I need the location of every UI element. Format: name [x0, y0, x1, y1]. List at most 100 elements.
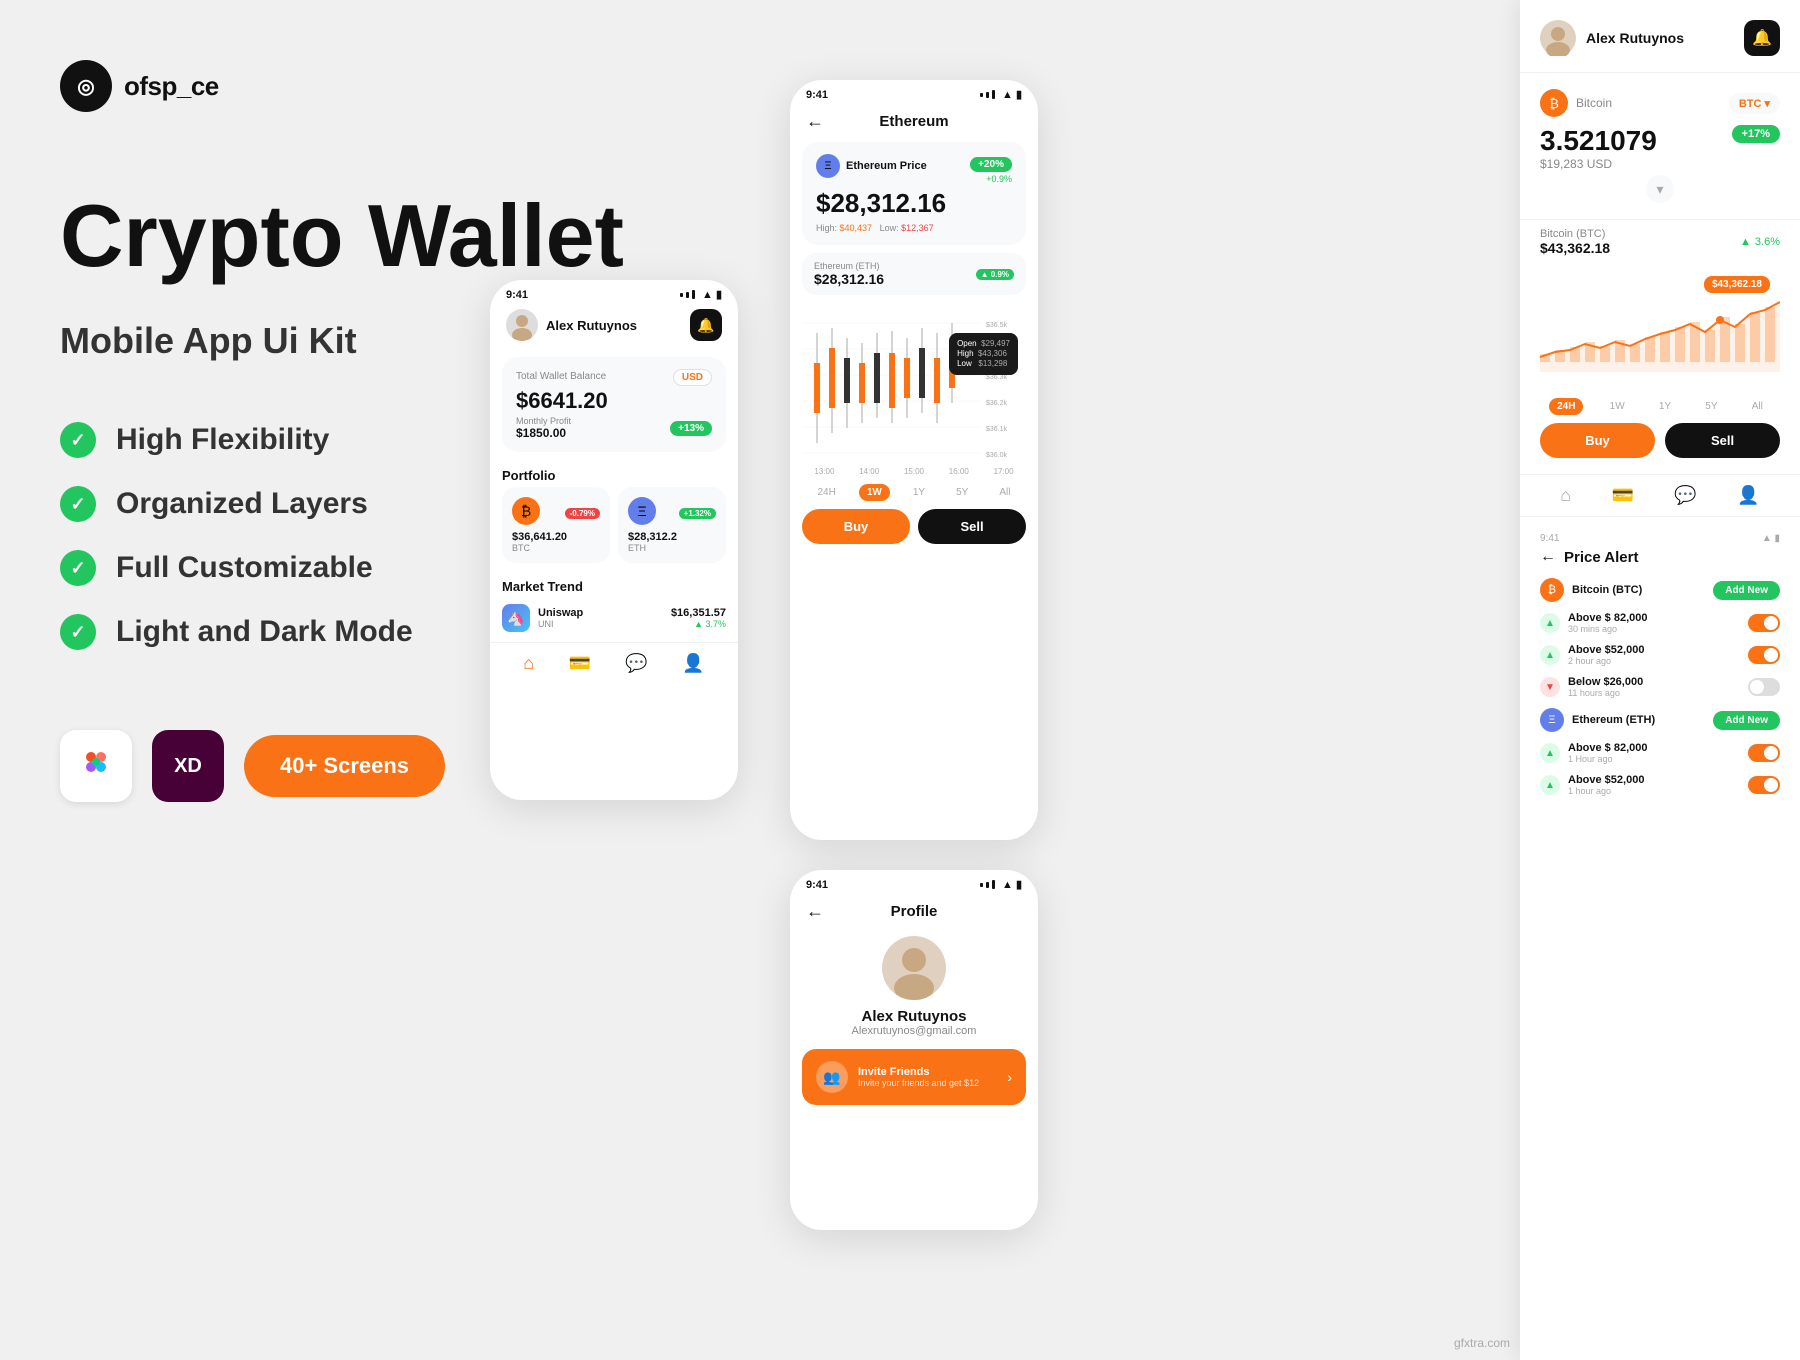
eth-alert-time-1: 1 Hour ago [1568, 754, 1748, 764]
uniswap-price-col: $16,351.57 ▲ 3.7% [671, 607, 726, 629]
right-sell-btn[interactable]: Sell [1665, 423, 1780, 458]
eth-toggle-1[interactable] [1748, 744, 1780, 762]
wallet-amount: $6641.20 [516, 388, 712, 414]
right-buy-btn[interactable]: Buy [1540, 423, 1655, 458]
right-profile-icon[interactable]: 👤 [1737, 485, 1759, 506]
eth-toggle-2[interactable] [1748, 776, 1780, 794]
tab-1y[interactable]: 1Y [905, 484, 933, 501]
right-tab-1y[interactable]: 1Y [1651, 398, 1679, 415]
uniswap-name: Uniswap [538, 607, 663, 619]
right-tab-all[interactable]: All [1744, 398, 1771, 415]
back-btn-2[interactable]: ← [806, 111, 824, 132]
logo-symbol: ◎ [77, 74, 94, 99]
time-axis: 13:00 14:00 15:00 16:00 17:00 [790, 467, 1038, 480]
btc-selector[interactable]: BTC ▾ [1729, 93, 1780, 114]
buy-btn-2[interactable]: Buy [802, 509, 910, 544]
chart-tooltip: $43,362.18 [1704, 276, 1770, 293]
right-avatar [1540, 20, 1576, 56]
btc-price-name: Bitcoin (BTC) [1540, 228, 1610, 240]
profit-row: Monthly Profit $1850.00 +13% [516, 416, 712, 440]
eth-alert-name-col: Ethereum (ETH) [1572, 714, 1655, 726]
bitcoin-change: -0.79% [565, 508, 600, 519]
alert-title: Price Alert [1564, 549, 1638, 566]
logo-text: ofsp_ce [124, 71, 219, 102]
home-nav-icon[interactable]: ⌂ [523, 653, 534, 674]
right-wallet-icon[interactable]: 💳 [1612, 485, 1634, 506]
eth-alert-1: ▲ Above $ 82,000 1 Hour ago [1540, 742, 1780, 764]
btc-price-change: ▲ 3.6% [1740, 236, 1780, 248]
sell-btn-2[interactable]: Sell [918, 509, 1026, 544]
tab-24h[interactable]: 24H [810, 484, 844, 501]
right-chat-icon[interactable]: 💬 [1674, 485, 1696, 506]
eth-subcard: Ethereum (ETH) $28,312.16 ▲ 0.9% [802, 253, 1026, 295]
logo-area: ◎ ofsp_ce [60, 60, 700, 112]
alert-back-btn[interactable]: ← [1540, 548, 1556, 566]
right-tab-1w[interactable]: 1W [1602, 398, 1633, 415]
eth-add-new-btn[interactable]: Add New [1713, 711, 1780, 730]
xd-badge: XD [152, 730, 224, 802]
wallet-nav-icon[interactable]: 💳 [569, 653, 591, 674]
wifi-icon: ▲ [702, 289, 713, 301]
btc-alert-time-3: 11 hours ago [1568, 688, 1748, 698]
btc-alert-2: ▲ Above $52,000 2 hour ago [1540, 644, 1780, 666]
status-time-1: 9:41 [506, 289, 528, 301]
notification-btn-1[interactable]: 🔔 [690, 309, 722, 341]
btc-add-new-btn[interactable]: Add New [1713, 581, 1780, 600]
check-icon-4 [60, 614, 96, 650]
candlestick-svg: $36.5k $36.4k $36.3k $36.2k $36.1k $36.0… [802, 303, 1026, 463]
alert-time: 9:41 [1540, 533, 1559, 544]
right-tab-5y[interactable]: 5Y [1697, 398, 1725, 415]
eth-high-low: High: $40,437 Low: $12,367 [816, 223, 1012, 233]
btc-toggle-1[interactable] [1748, 614, 1780, 632]
invite-title: Invite Friends [858, 1066, 997, 1078]
check-icon-2 [60, 486, 96, 522]
tooltip-high: High $43,306 [957, 349, 1010, 358]
expand-btn[interactable]: ▾ [1646, 175, 1674, 203]
tab-5y[interactable]: 5Y [948, 484, 976, 501]
profile-nav-icon[interactable]: 👤 [682, 653, 704, 674]
signal-icons-1: ▲ ▮ [680, 288, 722, 301]
price-alert-section: 9:41 ▲ ▮ ← Price Alert ₿ Bitcoin (BTC) A… [1520, 517, 1800, 814]
eth-low-label: Low: [880, 223, 899, 233]
eth-sub-change: ▲ 0.9% [976, 269, 1014, 280]
btc-alert-info-3: Below $26,000 11 hours ago [1568, 676, 1748, 698]
svg-text:$36.1k: $36.1k [986, 426, 1008, 433]
btc-alert-header: ₿ Bitcoin (BTC) Add New [1540, 578, 1780, 602]
battery-icon: ▮ [716, 288, 722, 301]
tooltip-low: Low $13,298 [957, 359, 1010, 368]
tab-1w[interactable]: 1W [859, 484, 890, 501]
alert-eth-coin-icon: Ξ [1540, 708, 1564, 732]
btc-info: ₿ Bitcoin [1540, 89, 1612, 117]
eth-coin-icon: Ξ [816, 154, 840, 178]
username-1: Alex Rutuynos [546, 318, 637, 333]
screens-badge: 40+ Screens [244, 735, 445, 797]
avatar-1 [506, 309, 538, 341]
triangle-up-icon: ▲ [1740, 236, 1751, 248]
chat-nav-icon[interactable]: 💬 [625, 653, 647, 674]
ethereum-ticker: ETH [628, 543, 716, 553]
eth-alert-header: Ξ Ethereum (ETH) Add New [1540, 708, 1780, 732]
profit-badge: +13% [670, 421, 712, 436]
btc-alert-coin-info: ₿ Bitcoin (BTC) [1540, 578, 1642, 602]
right-panel: Alex Rutuynos 🔔 ₿ Bitcoin BTC ▾ 3.521079… [1520, 0, 1800, 1360]
profit-label: Monthly Profit [516, 416, 571, 426]
tab-all[interactable]: All [991, 484, 1018, 501]
btc-card: ₿ Bitcoin BTC ▾ 3.521079 $19,283 USD +17… [1520, 73, 1800, 219]
right-tab-24h[interactable]: 24H [1549, 398, 1583, 415]
eth-price-card: Ξ Ethereum Price +20% +0.9% $28,312.16 H… [802, 142, 1026, 245]
alert-arrow-down-1: ▼ [1540, 677, 1560, 697]
eth-low-val: $12,367 [901, 223, 934, 233]
btc-usd: $19,283 USD [1540, 157, 1657, 171]
portfolio-ethereum: Ξ +1.32% $28,312.2 ETH [618, 487, 726, 563]
invite-card[interactable]: 👥 Invite Friends Invite your friends and… [802, 1049, 1026, 1105]
wallet-label: Total Wallet Balance [516, 371, 606, 382]
signal-bar-3 [692, 290, 695, 299]
btc-toggle-2[interactable] [1748, 646, 1780, 664]
btc-toggle-3[interactable] [1748, 678, 1780, 696]
right-notif-btn[interactable]: 🔔 [1744, 20, 1780, 56]
eth-alert-2: ▲ Above $52,000 1 hour ago [1540, 774, 1780, 796]
right-home-icon[interactable]: ⌂ [1560, 485, 1571, 506]
back-btn-3[interactable]: ← [806, 901, 824, 922]
time-tabs-2: 24H 1W 1Y 5Y All [790, 480, 1038, 509]
check-icon-1 [60, 422, 96, 458]
